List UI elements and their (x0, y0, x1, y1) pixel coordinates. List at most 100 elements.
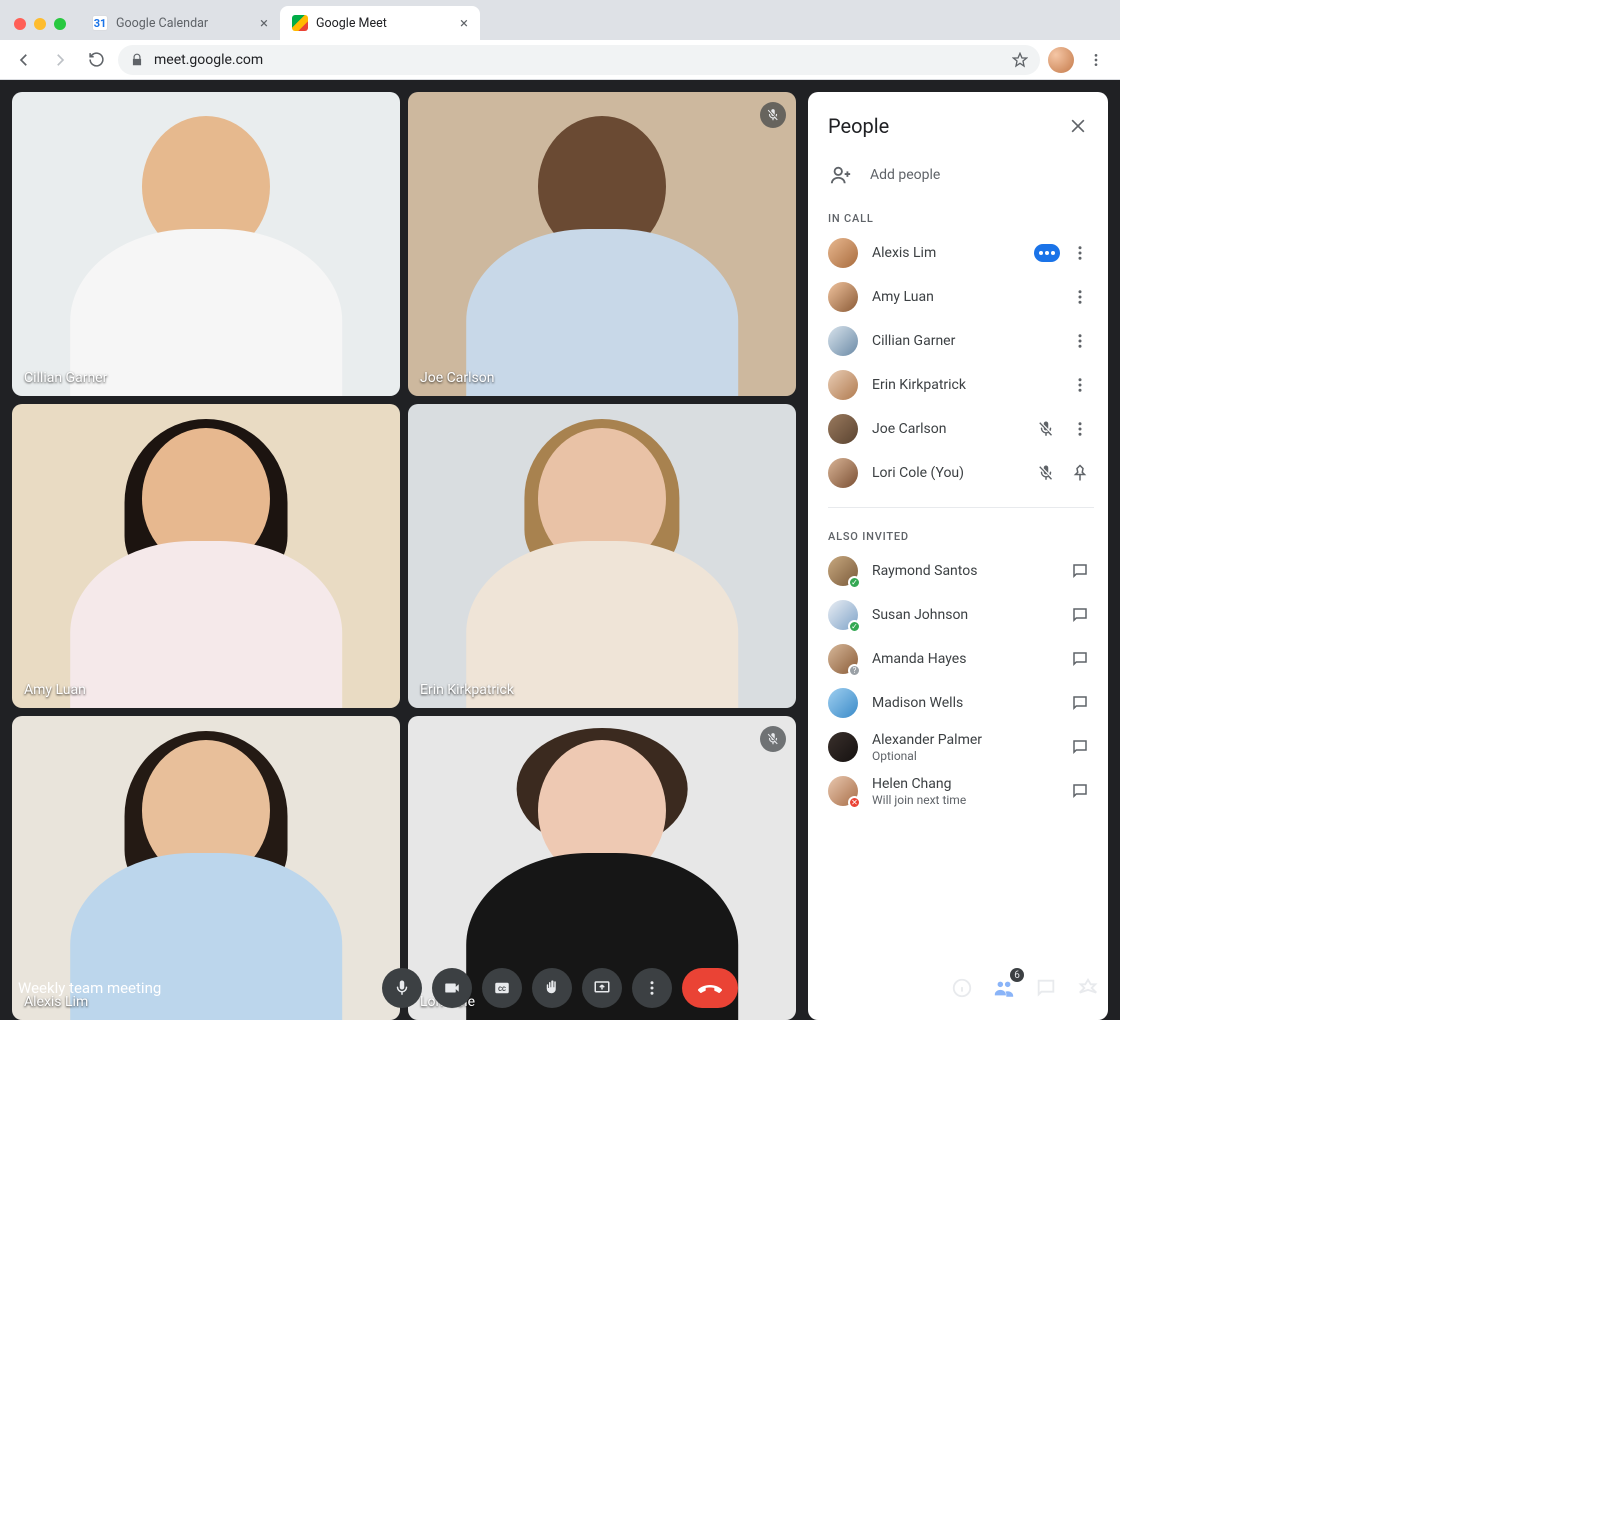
avatar (828, 326, 858, 356)
window-traffic-lights (14, 18, 66, 30)
window-minimize-button[interactable] (34, 18, 46, 30)
rsvp-no-icon: ✕ (848, 796, 861, 809)
meeting-details-button[interactable] (948, 974, 976, 1002)
participant-more-button[interactable] (1066, 371, 1094, 399)
chat-button[interactable] (1066, 645, 1094, 673)
avatar (828, 282, 858, 312)
participant-row: Cillian Garner (828, 319, 1094, 363)
avatar (828, 370, 858, 400)
add-people-label: Add people (870, 167, 940, 183)
browser-toolbar: meet.google.com (0, 40, 1120, 80)
participant-name: Erin Kirkpatrick (872, 377, 1052, 393)
participant-name: Alexis Lim (872, 245, 1020, 261)
participant-more-button[interactable] (1066, 327, 1094, 355)
participant-name: Amanda Hayes (872, 651, 1052, 667)
add-people-button[interactable]: Add people (828, 156, 1094, 202)
url-text: meet.google.com (154, 52, 263, 68)
participant-name: Joe Carlson (872, 421, 1018, 437)
participant-name: Amy Luan (872, 289, 1052, 305)
browser-profile-avatar[interactable] (1048, 47, 1074, 73)
tile-name-label: Amy Luan (24, 682, 86, 698)
chat-button[interactable] (1066, 777, 1094, 805)
participant-more-button[interactable] (1066, 283, 1094, 311)
participant-more-button[interactable] (1066, 415, 1094, 443)
close-panel-button[interactable] (1062, 110, 1094, 142)
browser-tab-meet[interactable]: Google Meet × (280, 6, 480, 40)
nav-back-button[interactable] (10, 46, 38, 74)
meet-root: Cillian Garner Joe Carlson Amy Luan Erin… (0, 80, 1120, 1020)
avatar: ? (828, 644, 858, 674)
avatar (828, 458, 858, 488)
browser-tab-calendar[interactable]: 31 Google Calendar × (80, 6, 280, 40)
bookmark-star-icon[interactable] (1012, 52, 1028, 68)
mic-toggle-button[interactable] (382, 968, 422, 1008)
participant-name: Cillian Garner (872, 333, 1052, 349)
tab-strip: 31 Google Calendar × Google Meet × (0, 0, 1120, 40)
pin-button[interactable] (1066, 459, 1094, 487)
video-tile[interactable]: Cillian Garner (12, 92, 400, 396)
avatar (828, 732, 858, 762)
rsvp-yes-icon: ✓ (848, 576, 861, 589)
leave-call-button[interactable] (682, 968, 738, 1008)
participant-more-button[interactable] (1066, 239, 1094, 267)
tile-name-label: Cillian Garner (24, 370, 107, 386)
chat-button[interactable] (1066, 601, 1094, 629)
raise-hand-button[interactable] (532, 968, 572, 1008)
address-bar[interactable]: meet.google.com (118, 45, 1040, 75)
video-tile[interactable]: Amy Luan (12, 404, 400, 708)
rsvp-yes-icon: ✓ (848, 620, 861, 633)
more-options-button[interactable] (632, 968, 672, 1008)
avatar: ✕ (828, 776, 858, 806)
participant-count-badge: 6 (1010, 968, 1024, 982)
tile-name-label: Erin Kirkpatrick (420, 682, 514, 698)
avatar: ✓ (828, 556, 858, 586)
avatar: ✓ (828, 600, 858, 630)
participant-name: Helen Chang (872, 776, 1052, 792)
chat-button[interactable] (1066, 689, 1094, 717)
window-zoom-button[interactable] (54, 18, 66, 30)
muted-icon (760, 102, 786, 128)
avatar (828, 688, 858, 718)
video-tile[interactable]: Erin Kirkpatrick (408, 404, 796, 708)
chat-button[interactable] (1066, 733, 1094, 761)
reload-button[interactable] (82, 46, 110, 74)
camera-toggle-button[interactable] (432, 968, 472, 1008)
activities-button[interactable] (1074, 974, 1102, 1002)
tab-close-button[interactable]: × (460, 16, 468, 31)
invited-row: Madison Wells (828, 681, 1094, 725)
meet-favicon-icon (292, 15, 308, 31)
center-controls: CC (382, 968, 738, 1008)
chat-button[interactable] (1066, 557, 1094, 585)
tab-title: Google Calendar (116, 16, 208, 31)
bottom-controls-bar: Weekly team meeting CC (0, 956, 1120, 1020)
participant-name: Susan Johnson (872, 607, 1052, 623)
invited-row: ✕Helen ChangWill join next time (828, 769, 1094, 813)
participant-name: Lori Cole (You) (872, 465, 1018, 481)
muted-icon (1032, 415, 1060, 443)
browser-menu-button[interactable] (1082, 46, 1110, 74)
nav-forward-button[interactable] (46, 46, 74, 74)
video-tile[interactable]: Joe Carlson (408, 92, 796, 396)
present-screen-button[interactable] (582, 968, 622, 1008)
tab-close-button[interactable]: × (260, 16, 268, 31)
chat-panel-button[interactable] (1032, 974, 1060, 1002)
invited-row: ? Amanda Hayes (828, 637, 1094, 681)
participant-row: Joe Carlson (828, 407, 1094, 451)
muted-icon (1032, 459, 1060, 487)
invited-row: ✓ Susan Johnson (828, 593, 1094, 637)
people-panel-button[interactable]: 6 (990, 974, 1018, 1002)
participant-name: Madison Wells (872, 695, 1052, 711)
video-grid: Cillian Garner Joe Carlson Amy Luan Erin… (12, 92, 796, 1020)
section-in-call: IN CALL (828, 212, 1094, 225)
tab-title: Google Meet (316, 16, 387, 31)
participant-row: Alexis Lim (828, 231, 1094, 275)
window-close-button[interactable] (14, 18, 26, 30)
section-also-invited: ALSO INVITED (828, 530, 1094, 543)
invited-row: Alexander PalmerOptional (828, 725, 1094, 769)
meeting-name-label: Weekly team meeting (18, 979, 161, 997)
captions-button[interactable]: CC (482, 968, 522, 1008)
panel-title: People (828, 114, 889, 138)
avatar (828, 238, 858, 268)
people-panel: People Add people IN CALL Alexis Lim Amy … (808, 92, 1108, 1020)
talking-indicator-icon (1034, 244, 1060, 262)
